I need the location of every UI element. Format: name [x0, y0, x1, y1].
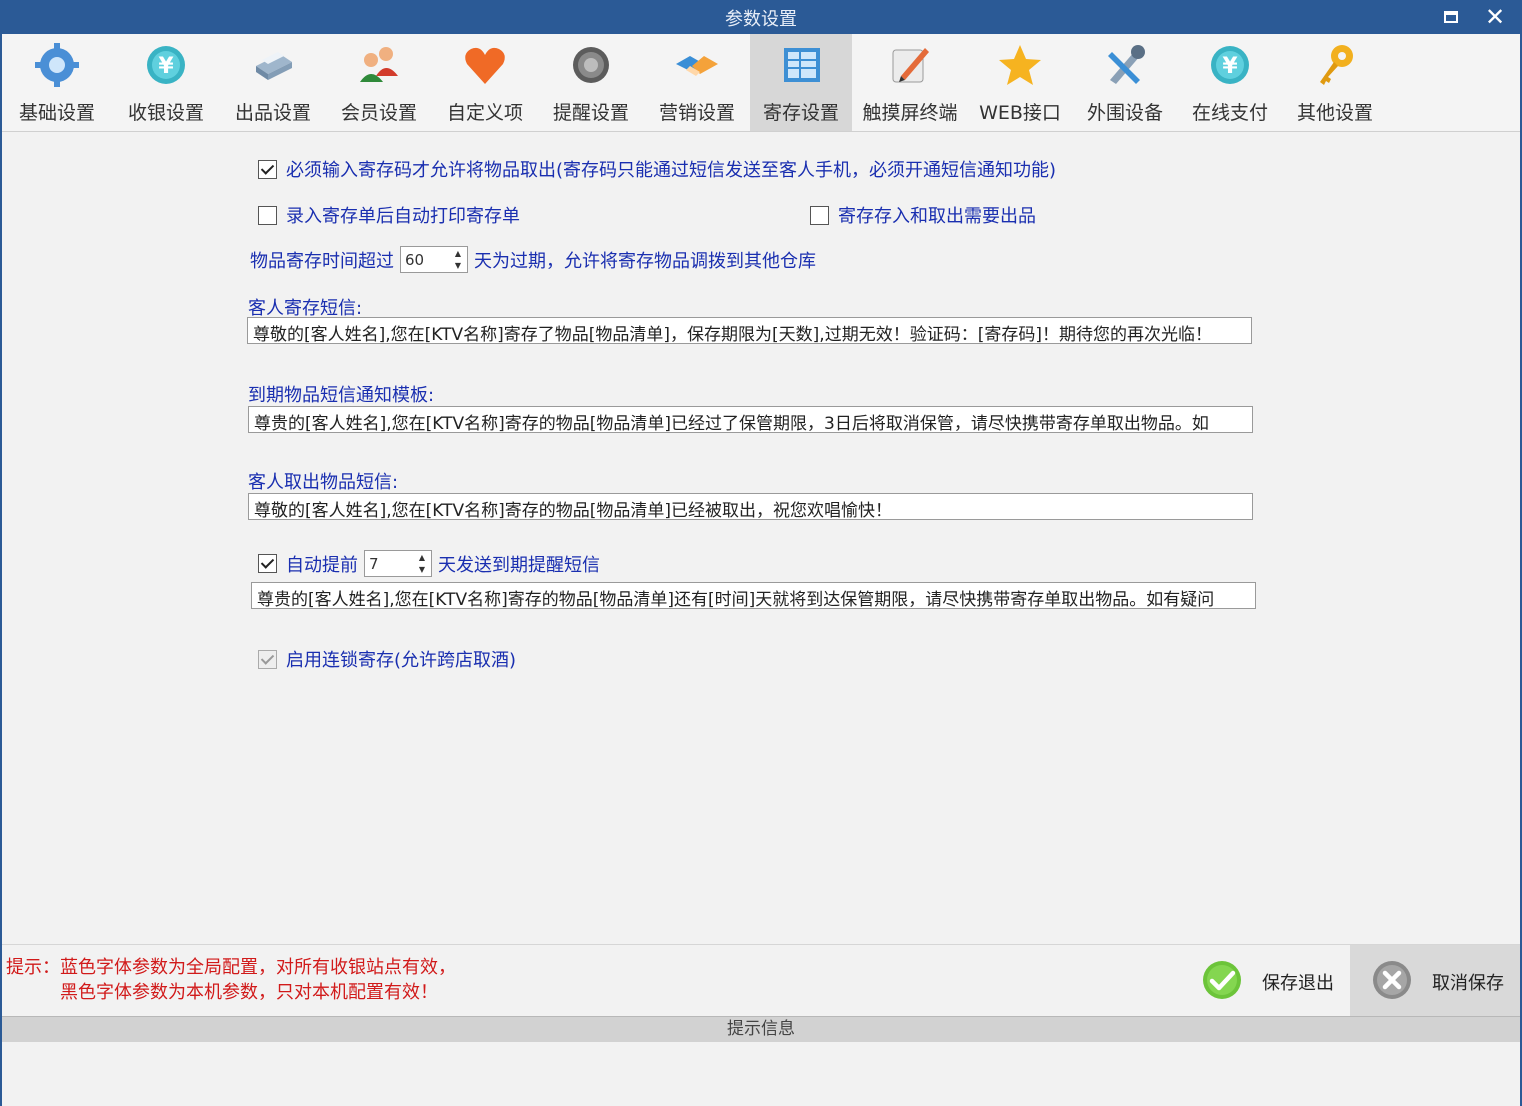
require-code-checkbox[interactable] [258, 159, 277, 179]
tab-marketing-settings[interactable]: 营销设置 [644, 34, 750, 131]
storage-settings-panel: 必须输入寄存码才允许将物品取出(寄存码只能通过短信发送至客人手机，必须开通短信通… [2, 132, 1520, 944]
expiry-suffix: 天为过期，允许将寄存物品调拨到其他仓库 [474, 250, 816, 272]
sms-takeout-label: 客人取出物品短信: [248, 472, 399, 493]
bottom-bar: 提示：蓝色字体参数为全局配置，对所有收银站点有效， 黑色字体参数为本机参数，只对… [2, 944, 1520, 1017]
tools-icon [1108, 45, 1145, 84]
chain-storage-row: 启用连锁寄存(允许跨店取酒) [258, 646, 516, 672]
expiry-prefix: 物品寄存时间超过 [250, 250, 394, 272]
tab-label: 触摸屏终端 [862, 102, 958, 124]
svg-text:¥: ¥ [158, 54, 174, 79]
need-output-row: 寄存存入和取出需要出品 [810, 202, 1036, 228]
check-circle-icon [1203, 961, 1241, 999]
svg-text:¥: ¥ [1222, 54, 1238, 79]
hint-text: 提示：蓝色字体参数为全局配置，对所有收银站点有效， 黑色字体参数为本机参数，只对… [6, 955, 456, 1005]
expiry-days-stepper[interactable]: ▲▼ [400, 246, 468, 273]
auto-remind-suffix: 天发送到期提醒短信 [438, 554, 600, 576]
tab-online-payment[interactable]: ¥ 在线支付 [1178, 34, 1282, 131]
tab-touchscreen-terminal[interactable]: 触摸屏终端 [852, 34, 968, 131]
chevron-down-icon[interactable]: ▼ [415, 564, 429, 576]
tab-label: WEB接口 [979, 102, 1061, 124]
sms-remind-field[interactable]: 尊贵的[客人姓名],您在[KTV名称]寄存的物品[物品清单]还有[时间]天就将到… [251, 582, 1256, 609]
save-exit-label: 保存退出 [1262, 973, 1334, 994]
tab-storage-settings[interactable]: 寄存设置 [750, 34, 852, 131]
tab-label: 营销设置 [658, 102, 735, 124]
sms-expired-field[interactable]: 尊贵的[客人姓名],您在[KTV名称]寄存的物品[物品清单]已经过了保管期限，3… [248, 406, 1253, 433]
tab-label: 自定义项 [446, 102, 523, 124]
remind-days-input[interactable] [365, 551, 413, 576]
chain-storage-label: 启用连锁寄存(允许跨店取酒) [286, 650, 517, 671]
title-bar: 参数设置 ✕ [0, 0, 1522, 34]
heart-icon [465, 47, 505, 84]
tab-label: 外围设备 [1086, 102, 1163, 124]
hint-line-1: 提示：蓝色字体参数为全局配置，对所有收银站点有效， [6, 957, 456, 978]
window-title: 参数设置 [725, 9, 797, 30]
tab-custom-items[interactable]: 自定义项 [432, 34, 538, 131]
tab-label: 其他设置 [1296, 102, 1373, 124]
maximize-button[interactable] [1436, 3, 1466, 31]
tab-member-settings[interactable]: 会员设置 [326, 34, 432, 131]
maximize-icon [1444, 11, 1458, 23]
tab-label: 出品设置 [234, 102, 311, 124]
gear-icon [35, 43, 79, 87]
chevron-up-icon[interactable]: ▲ [451, 248, 465, 260]
remind-days-stepper[interactable]: ▲▼ [364, 550, 432, 577]
key-icon [1320, 45, 1353, 85]
save-exit-button[interactable]: 保存退出 [1192, 945, 1350, 1017]
cancel-save-button[interactable]: 取消保存 [1350, 945, 1520, 1017]
status-bar: 提示信息 [2, 1016, 1520, 1042]
yen-coin-icon: ¥ [147, 46, 185, 84]
auto-remind-checkbox[interactable] [258, 554, 277, 573]
require-code-label: 必须输入寄存码才允许将物品取出(寄存码只能通过短信发送至客人手机，必须开通短信通… [286, 160, 1057, 181]
users-icon [360, 47, 398, 82]
auto-print-row: 录入寄存单后自动打印寄存单 [258, 202, 520, 228]
require-code-row: 必须输入寄存码才允许将物品取出(寄存码只能通过短信发送至客人手机，必须开通短信通… [258, 156, 1056, 182]
tab-label: 基础设置 [18, 102, 95, 124]
speaker-icon [573, 47, 609, 83]
printer-icon [256, 52, 292, 80]
info-area [2, 1042, 1520, 1106]
sms-deposit-field[interactable]: 尊敬的[客人姓名],您在[KTV名称]寄存了物品[物品清单]，保存期限为[天数]… [247, 317, 1252, 344]
settings-toolbar: 基础设置 ¥ 收银设置 出品设置 会员设置 自定义项 提醒设置 营销设置 寄存设… [2, 34, 1520, 132]
tab-basic-settings[interactable]: 基础设置 [2, 34, 112, 131]
cancel-save-label: 取消保存 [1432, 973, 1504, 994]
tab-label: 寄存设置 [762, 102, 839, 124]
tab-label: 收银设置 [127, 102, 204, 124]
need-output-label: 寄存存入和取出需要出品 [838, 206, 1036, 227]
expiry-row: 物品寄存时间超过 ▲▼ 天为过期，允许将寄存物品调拨到其他仓库 [250, 246, 816, 273]
tab-other-settings[interactable]: 其他设置 [1282, 34, 1388, 131]
yen-coin-icon: ¥ [1211, 46, 1249, 84]
sms-takeout-field[interactable]: 尊敬的[客人姓名],您在[KTV名称]寄存的物品[物品清单]已经被取出，祝您欢唱… [248, 493, 1253, 520]
hint-line-2: 黑色字体参数为本机参数，只对本机配置有效！ [60, 982, 438, 1003]
auto-print-checkbox[interactable] [258, 205, 277, 225]
auto-remind-row: 自动提前 ▲▼ 天发送到期提醒短信 [258, 550, 600, 577]
storage-icon [784, 48, 820, 82]
tab-label: 在线支付 [1191, 102, 1268, 124]
stepper-arrows[interactable]: ▲ ▼ [415, 552, 429, 576]
chevron-down-icon[interactable]: ▼ [451, 260, 465, 272]
touch-pen-icon [892, 48, 929, 83]
stepper-arrows[interactable]: ▲ ▼ [451, 248, 465, 272]
need-output-checkbox[interactable] [810, 205, 829, 225]
close-button[interactable]: ✕ [1480, 3, 1510, 31]
tab-peripheral-devices[interactable]: 外围设备 [1072, 34, 1178, 131]
star-icon [999, 45, 1041, 85]
tab-cashier-settings[interactable]: ¥ 收银设置 [112, 34, 220, 131]
tab-output-settings[interactable]: 出品设置 [220, 34, 326, 131]
chain-storage-checkbox[interactable] [258, 649, 277, 669]
auto-remind-prefix: 自动提前 [286, 554, 358, 576]
sms-expired-label: 到期物品短信通知模板: [248, 385, 435, 406]
tab-label: 提醒设置 [552, 102, 629, 124]
tab-web-interface[interactable]: WEB接口 [968, 34, 1072, 131]
auto-print-label: 录入寄存单后自动打印寄存单 [286, 206, 520, 227]
tab-label: 会员设置 [340, 102, 417, 124]
handshake-icon [676, 56, 718, 76]
expiry-days-input[interactable] [401, 247, 449, 272]
tab-reminder-settings[interactable]: 提醒设置 [538, 34, 644, 131]
chevron-up-icon[interactable]: ▲ [415, 552, 429, 564]
close-circle-icon [1373, 961, 1411, 999]
